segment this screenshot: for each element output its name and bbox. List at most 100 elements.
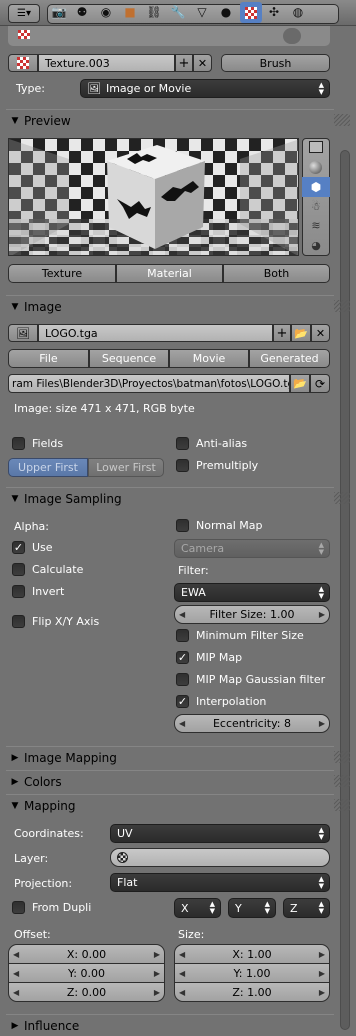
preview-sphere-icon[interactable] bbox=[309, 161, 322, 174]
arrow-right-icon[interactable]: ▶ bbox=[319, 969, 325, 978]
offset-x-field[interactable]: ◀ X: 0.00 ▶ bbox=[8, 944, 165, 964]
texture-type-menu[interactable]: 🖼 Image or Movie ▲ ▼ bbox=[80, 79, 330, 98]
eccentricity-field[interactable]: ◀ Eccentricity: 8 ▶ bbox=[174, 714, 330, 733]
arrow-left-icon[interactable]: ◀ bbox=[179, 950, 185, 959]
render-icon[interactable]: 📷 bbox=[50, 3, 68, 21]
preview-cube-icon[interactable]: ⬢ bbox=[302, 177, 330, 197]
material-icon[interactable]: ● bbox=[217, 3, 235, 21]
scrollbar[interactable] bbox=[340, 150, 350, 1030]
invert-alpha-checkbox[interactable]: Invert bbox=[12, 585, 64, 598]
normal-space-menu[interactable]: Camera ▲ ▼ bbox=[174, 539, 330, 558]
fields-checkbox[interactable]: Fields bbox=[12, 437, 63, 450]
modifier-icon[interactable]: 🔧 bbox=[169, 3, 187, 21]
arrow-left-icon[interactable]: ◀ bbox=[13, 969, 19, 978]
arrow-right-icon[interactable]: ▶ bbox=[154, 988, 160, 997]
arrow-left-icon[interactable]: ◀ bbox=[179, 610, 185, 619]
new-image-button[interactable]: + bbox=[273, 324, 291, 342]
preview-panel-header[interactable]: ▼ Preview bbox=[6, 109, 334, 131]
arrow-left-icon[interactable]: ◀ bbox=[179, 719, 185, 728]
source-file[interactable]: File bbox=[8, 349, 89, 368]
mip-map-gauss-checkbox[interactable]: MIP Map Gaussian filter bbox=[176, 673, 325, 686]
panel-grip-icon[interactable] bbox=[334, 775, 350, 787]
mapping-panel-header[interactable]: ▼ Mapping bbox=[6, 794, 334, 816]
lower-first-button[interactable]: Lower First bbox=[88, 458, 164, 477]
new-texture-button[interactable]: + bbox=[175, 54, 193, 72]
source-movie[interactable]: Movie bbox=[169, 349, 249, 368]
texture-name-field[interactable]: Texture.003 bbox=[38, 54, 175, 72]
panel-grip-icon[interactable] bbox=[334, 300, 350, 312]
min-filter-size-checkbox[interactable]: Minimum Filter Size bbox=[176, 629, 304, 642]
panel-grip-icon[interactable] bbox=[334, 799, 350, 811]
unlink-texture-button[interactable]: ✕ bbox=[193, 54, 212, 72]
from-dupli-checkbox[interactable]: From Dupli bbox=[12, 901, 91, 914]
mip-map-checkbox[interactable]: ✓ MIP Map bbox=[176, 651, 242, 664]
tab-both[interactable]: Both bbox=[223, 264, 330, 283]
arrow-right-icon[interactable]: ▶ bbox=[319, 610, 325, 619]
arrow-right-icon[interactable]: ▶ bbox=[319, 988, 325, 997]
panel-grip-icon[interactable] bbox=[334, 751, 350, 763]
filter-size-field[interactable]: ◀ Filter Size: 1.00 ▶ bbox=[174, 605, 330, 624]
image-path-field[interactable]: ram Files\Blender3D\Proyectos\batman\fot… bbox=[8, 374, 290, 393]
object-icon[interactable]: ■ bbox=[121, 3, 139, 21]
brush-button[interactable]: Brush bbox=[221, 54, 330, 72]
constraint-icon[interactable]: ⛓ bbox=[145, 3, 163, 21]
arrow-left-icon[interactable]: ◀ bbox=[179, 988, 185, 997]
filter-type-menu[interactable]: EWA ▲ ▼ bbox=[174, 583, 330, 602]
tab-texture[interactable]: Texture bbox=[8, 264, 116, 283]
browse-path-button[interactable]: 📂 bbox=[290, 374, 310, 393]
preview-monkey-icon[interactable]: ☃ bbox=[309, 200, 323, 214]
image-name-field[interactable]: LOGO.tga bbox=[38, 324, 273, 342]
panel-grip-icon[interactable] bbox=[334, 492, 350, 504]
reload-image-button[interactable]: ⟳ bbox=[310, 374, 330, 393]
physics-icon[interactable]: ◍ bbox=[289, 3, 307, 21]
size-z-field[interactable]: ◀ Z: 1.00 ▶ bbox=[174, 982, 330, 1002]
arrow-right-icon[interactable]: ▶ bbox=[154, 950, 160, 959]
arrow-right-icon[interactable]: ▶ bbox=[154, 969, 160, 978]
tab-material[interactable]: Material bbox=[116, 264, 223, 283]
colors-panel-header[interactable]: ▶ Colors bbox=[6, 770, 334, 792]
premultiply-checkbox[interactable]: Premultiply bbox=[176, 459, 258, 472]
open-image-button[interactable]: 📂 bbox=[291, 324, 311, 342]
image-panel-header[interactable]: ▼ Image bbox=[6, 295, 334, 317]
arrow-left-icon[interactable]: ◀ bbox=[13, 950, 19, 959]
panel-grip-icon[interactable] bbox=[334, 114, 350, 126]
mapping-y-menu[interactable]: Y ▲ ▼ bbox=[228, 898, 276, 918]
interpolation-checkbox[interactable]: ✓ Interpolation bbox=[176, 695, 266, 708]
image-sampling-panel-header[interactable]: ▼ Image Sampling bbox=[6, 487, 334, 509]
source-generated[interactable]: Generated bbox=[249, 349, 330, 368]
texture-icon[interactable] bbox=[240, 2, 262, 23]
size-x-field[interactable]: ◀ X: 1.00 ▶ bbox=[174, 944, 330, 964]
texture-browse-button[interactable] bbox=[8, 54, 38, 72]
image-browse-button[interactable]: 🖼 bbox=[8, 324, 38, 342]
mapping-x-menu[interactable]: X ▲ ▼ bbox=[174, 898, 221, 918]
mapping-z-menu[interactable]: Z ▲ ▼ bbox=[283, 898, 330, 918]
normal-map-checkbox[interactable]: Normal Map bbox=[176, 519, 263, 532]
use-alpha-checkbox[interactable]: ✓ Use bbox=[12, 541, 53, 554]
preview-plane-icon[interactable] bbox=[309, 141, 323, 153]
uv-layer-field[interactable] bbox=[110, 848, 330, 867]
size-y-field[interactable]: ◀ Y: 1.00 ▶ bbox=[174, 963, 330, 983]
offset-y-field[interactable]: ◀ Y: 0.00 ▶ bbox=[8, 963, 165, 983]
arrow-left-icon[interactable]: ◀ bbox=[13, 988, 19, 997]
arrow-right-icon[interactable]: ▶ bbox=[319, 950, 325, 959]
unlink-image-button[interactable]: ✕ bbox=[311, 324, 330, 342]
flip-xy-checkbox[interactable]: Flip X/Y Axis bbox=[12, 615, 99, 628]
preview-hair-icon[interactable]: ≋ bbox=[309, 219, 323, 233]
offset-z-field[interactable]: ◀ Z: 0.00 ▶ bbox=[8, 982, 165, 1002]
editor-type-menu[interactable]: ☰▾ bbox=[8, 4, 40, 23]
scene-icon[interactable]: ⚉ bbox=[73, 3, 91, 21]
calculate-alpha-checkbox[interactable]: Calculate bbox=[12, 563, 83, 576]
slot-scroll-handle[interactable] bbox=[283, 28, 301, 44]
arrow-left-icon[interactable]: ◀ bbox=[179, 969, 185, 978]
anti-alias-checkbox[interactable]: Anti-alias bbox=[176, 437, 247, 450]
coordinates-menu[interactable]: UV ▲ ▼ bbox=[110, 824, 330, 843]
data-icon[interactable]: ▽ bbox=[193, 3, 211, 21]
particles-icon[interactable]: ✣ bbox=[265, 3, 283, 21]
source-sequence[interactable]: Sequence bbox=[89, 349, 169, 368]
preview-sky-icon[interactable]: ◕ bbox=[309, 239, 323, 253]
projection-menu[interactable]: Flat ▲ ▼ bbox=[110, 873, 330, 892]
image-mapping-panel-header[interactable]: ▶ Image Mapping bbox=[6, 746, 334, 768]
world-icon[interactable]: ◉ bbox=[97, 3, 115, 21]
arrow-right-icon[interactable]: ▶ bbox=[319, 719, 325, 728]
upper-first-button[interactable]: Upper First bbox=[8, 458, 88, 477]
